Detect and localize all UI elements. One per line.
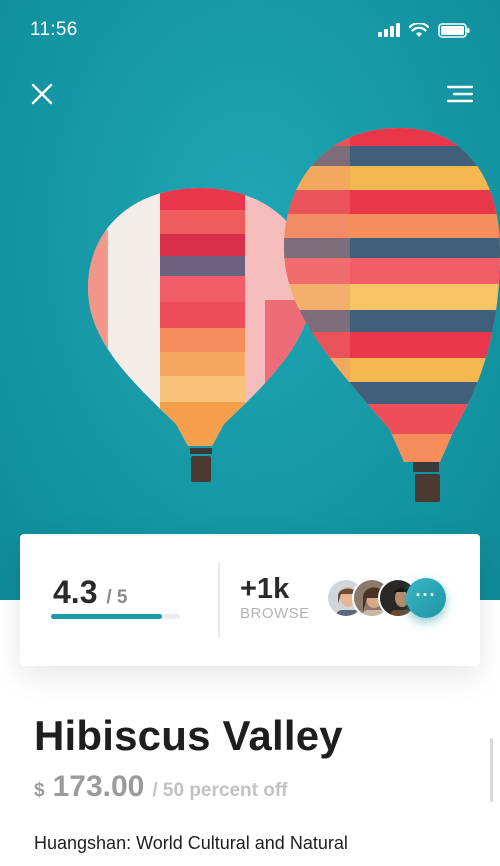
menu-button[interactable]	[444, 78, 476, 110]
right-balloon	[284, 128, 500, 462]
wifi-icon	[409, 22, 429, 37]
close-button[interactable]	[26, 78, 58, 110]
browse-label: BROWSE	[240, 605, 310, 622]
signal-icon	[378, 23, 400, 37]
scrollbar[interactable]	[490, 738, 493, 802]
left-balloon	[88, 188, 312, 446]
price-discount-note: / 50 percent off	[152, 780, 288, 801]
left-basket-rim	[190, 448, 212, 454]
status-time: 11:56	[30, 19, 78, 40]
place-title: Hibiscus Valley	[34, 712, 343, 759]
price-row: $ 173.00 / 50 percent off	[34, 770, 288, 804]
rating-max: / 5	[106, 587, 128, 608]
more-dots-icon: ···	[415, 585, 437, 605]
more-visitors-button[interactable]: ···	[406, 578, 446, 618]
close-icon	[31, 83, 53, 105]
stats-card: 4.3 / 5 +1k BROWSE ···	[20, 534, 480, 666]
right-basket-rim	[413, 462, 439, 472]
browse-count: +1k	[240, 573, 290, 605]
battery-icon	[438, 22, 470, 38]
place-description: Huangshan: World Cultural and Natural	[34, 833, 348, 853]
rating: 4.3 / 5	[53, 574, 128, 611]
card-divider	[218, 562, 220, 638]
hero-image: 11:56	[0, 0, 500, 600]
status-bar: 11:56	[0, 0, 500, 60]
menu-icon	[446, 85, 474, 103]
top-nav	[0, 74, 500, 114]
rating-value: 4.3	[53, 574, 98, 610]
price-amount: 173.00	[52, 770, 145, 803]
left-basket	[191, 456, 211, 482]
rating-progress-fill	[51, 614, 162, 619]
right-basket	[415, 474, 440, 502]
status-icons	[378, 22, 470, 38]
rating-progress-track	[51, 614, 180, 619]
price-currency: $	[34, 780, 45, 801]
visitor-avatars[interactable]: ···	[326, 578, 450, 618]
